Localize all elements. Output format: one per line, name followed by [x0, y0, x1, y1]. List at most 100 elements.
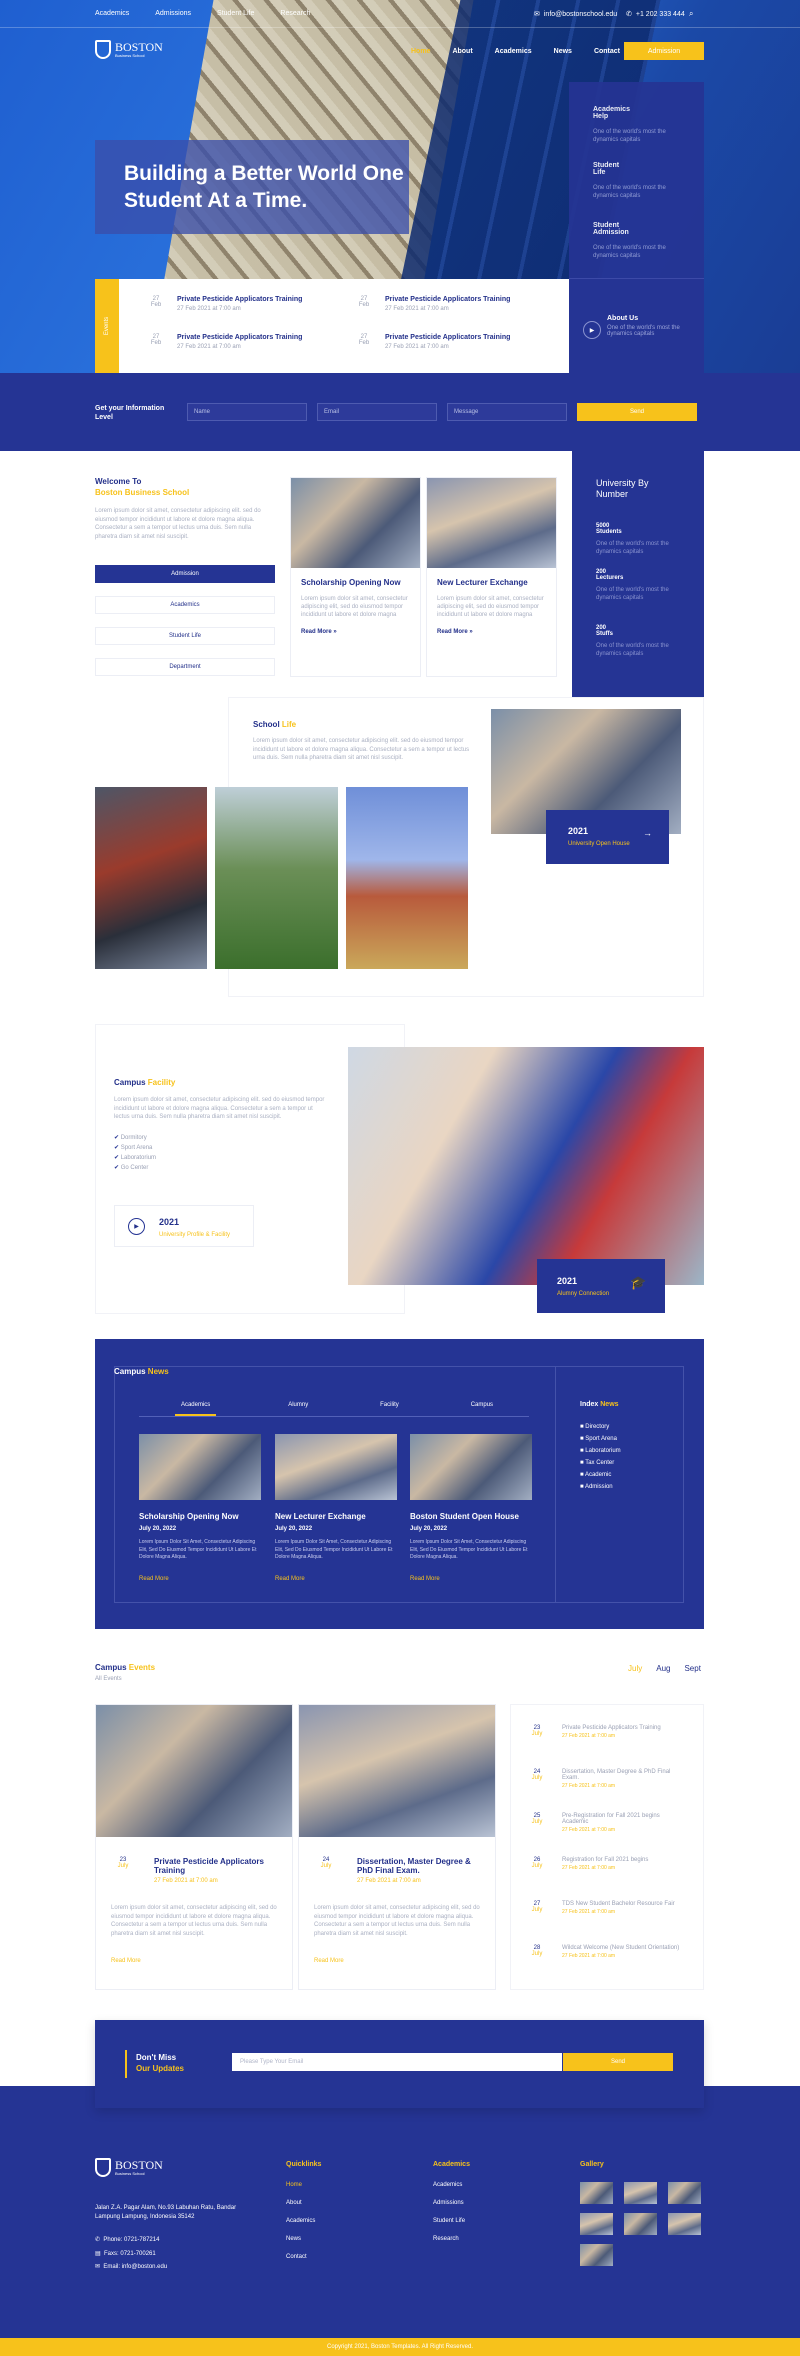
- send-button[interactable]: Send: [577, 403, 697, 421]
- hero-event-item[interactable]: 27 Feb Private Pesticide Applicators Trai…: [145, 334, 345, 350]
- gallery-image[interactable]: [668, 2182, 701, 2204]
- hero-event-item[interactable]: 27 Feb Private Pesticide Applicators Trai…: [353, 296, 553, 312]
- events-list-item[interactable]: 26 July Registration for Fall 2021 begins…: [526, 1857, 696, 1871]
- news-card[interactable]: New Lecturer Exchange Lorem ipsum dolor …: [426, 477, 557, 677]
- play-icon[interactable]: ▶: [128, 1218, 145, 1235]
- month-tab-sept[interactable]: Sept: [684, 1664, 700, 1673]
- footer-link-news[interactable]: News: [286, 2236, 321, 2242]
- footer-link-research[interactable]: Research: [433, 2236, 470, 2242]
- index-news-item[interactable]: ■ Tax Center: [580, 1460, 670, 1466]
- index-news-item[interactable]: ■ Academic: [580, 1472, 670, 1478]
- footer-link-academics[interactable]: Academics: [286, 2218, 321, 2224]
- check-icon: ✔: [114, 1154, 120, 1161]
- footer-link-contact[interactable]: Contact: [286, 2254, 321, 2260]
- admission-button[interactable]: Admission: [624, 42, 704, 60]
- search-icon[interactable]: ⌕: [689, 9, 693, 19]
- events-list-item[interactable]: 23 July Private Pesticide Applicators Tra…: [526, 1725, 696, 1739]
- read-more-link[interactable]: Read More: [314, 1958, 344, 1964]
- tab-facility[interactable]: Facility: [380, 1402, 399, 1416]
- campus-news-card[interactable]: Boston Student Open House July 20, 2022 …: [410, 1434, 532, 1582]
- copyright-text: Copyright 2021, Boston Templates. All Ri…: [327, 2344, 473, 2350]
- event-card[interactable]: 24 July Dissertation, Master Degree & Ph…: [298, 1704, 496, 1990]
- gallery-image[interactable]: [624, 2213, 657, 2235]
- campus-news-date: July 20, 2022: [139, 1526, 177, 1532]
- index-news-item[interactable]: ■ Sport Arena: [580, 1436, 670, 1442]
- arrow-right-icon[interactable]: →: [643, 828, 652, 838]
- gallery-image[interactable]: [580, 2244, 613, 2266]
- name-field[interactable]: Name: [187, 403, 307, 421]
- campus-news-card[interactable]: New Lecturer Exchange July 20, 2022 Lore…: [275, 1434, 397, 1582]
- nav-about[interactable]: About: [452, 48, 472, 55]
- welcome-admission-button[interactable]: Admission: [95, 565, 275, 583]
- nav-academics[interactable]: Academics: [495, 48, 532, 55]
- gallery-image[interactable]: [580, 2182, 613, 2204]
- read-more-link[interactable]: Read More: [111, 1958, 141, 1964]
- index-news-item[interactable]: ■ Laboratorium: [580, 1448, 670, 1454]
- tab-campus[interactable]: Campus: [471, 1402, 493, 1416]
- topbar-link-admissions[interactable]: Admissions: [155, 10, 191, 17]
- tab-alumny[interactable]: Alumny: [288, 1402, 308, 1416]
- nav-news[interactable]: News: [554, 48, 572, 55]
- shield-icon: [95, 2158, 111, 2177]
- campus-news-image: [410, 1434, 532, 1500]
- events-list-item[interactable]: 27 July TDS New Student Bachelor Resource…: [526, 1901, 696, 1915]
- topbar-email[interactable]: info@bostonschool.edu: [544, 11, 617, 18]
- open-house-badge[interactable]: 2021 University Open House →: [546, 810, 669, 864]
- logo[interactable]: BOSTON Business School: [95, 40, 163, 59]
- message-field[interactable]: Message: [447, 403, 567, 421]
- subscribe-email-input[interactable]: Please Type Your Email: [232, 2053, 562, 2071]
- hero-event-item[interactable]: 27 Feb Private Pesticide Applicators Trai…: [145, 296, 345, 312]
- topbar-link-student-life[interactable]: Student Life: [217, 10, 254, 17]
- footer-link-admissions[interactable]: Admissions: [433, 2200, 470, 2206]
- footer-link-about[interactable]: About: [286, 2200, 321, 2206]
- gallery-image[interactable]: [580, 2213, 613, 2235]
- welcome-academics-button[interactable]: Academics: [95, 596, 275, 614]
- index-news-item[interactable]: ■ Directory: [580, 1424, 670, 1430]
- event-card[interactable]: 23 July Private Pesticide Applicators Tr…: [95, 1704, 293, 1990]
- footer-logo[interactable]: BOSTON Business School: [95, 2158, 163, 2177]
- side-item-title[interactable]: Student Life: [593, 162, 633, 176]
- facility-video-box[interactable]: ▶ 2021 University Profile & Facility: [114, 1205, 254, 1247]
- info-bar: Get your Information Level Name Email Me…: [0, 373, 800, 451]
- football-image: [346, 787, 468, 969]
- read-more-link[interactable]: Read More »: [301, 629, 410, 635]
- footer-link-home[interactable]: Home: [286, 2182, 321, 2188]
- play-icon[interactable]: ▶: [583, 321, 601, 339]
- events-tab[interactable]: Events: [95, 279, 119, 373]
- about-us-box[interactable]: ▶ About Us One of the world's most the d…: [569, 278, 704, 373]
- footer-link-student-life[interactable]: Student Life: [433, 2218, 470, 2224]
- read-more-link[interactable]: Read More »: [437, 629, 546, 635]
- month-tab-july[interactable]: July: [628, 1664, 642, 1673]
- events-list-item[interactable]: 25 July Pre-Registration for Fall 2021 be…: [526, 1813, 696, 1833]
- footer-link-academics[interactable]: Academics: [433, 2182, 470, 2188]
- event-text: Lorem ipsum dolor sit amet, consectetur …: [314, 1905, 480, 1937]
- tab-academics[interactable]: Academics: [174, 1402, 217, 1416]
- side-item-title[interactable]: Student Admission: [593, 222, 643, 236]
- gallery-image[interactable]: [624, 2182, 657, 2204]
- news-card[interactable]: Scholarship Opening Now Lorem ipsum dolo…: [290, 477, 421, 677]
- read-more-link[interactable]: Read More: [275, 1576, 397, 1582]
- alumny-badge[interactable]: 2021 Alumny Connection 🎓: [537, 1259, 665, 1313]
- gallery-image[interactable]: [668, 2213, 701, 2235]
- nav-home[interactable]: Home: [411, 48, 430, 55]
- gallery-title: Gallery: [580, 2161, 604, 2168]
- subscribe-send-button[interactable]: Send: [563, 2053, 673, 2071]
- news-card-text: Lorem ipsum dolor sit amet, consectetur …: [301, 596, 408, 618]
- welcome-department-button[interactable]: Department: [95, 658, 275, 676]
- month-tab-aug[interactable]: Aug: [656, 1664, 670, 1673]
- events-list-item[interactable]: 28 July Wildcat Welcome (New Student Orie…: [526, 1945, 696, 1959]
- academics-title: Academics: [433, 2161, 470, 2168]
- index-news-item[interactable]: ■ Admission: [580, 1484, 670, 1490]
- topbar-phone[interactable]: +1 202 333 444: [636, 11, 685, 18]
- read-more-link[interactable]: Read More: [139, 1576, 261, 1582]
- welcome-student-life-button[interactable]: Student Life: [95, 627, 275, 645]
- topbar-link-research[interactable]: Research: [280, 10, 310, 17]
- email-field[interactable]: Email: [317, 403, 437, 421]
- events-list-item[interactable]: 24 July Dissertation, Master Degree & PhD…: [526, 1769, 696, 1789]
- topbar-link-academics[interactable]: Academics: [95, 10, 129, 17]
- hero-event-item[interactable]: 27 Feb Private Pesticide Applicators Trai…: [353, 334, 553, 350]
- campus-news-card[interactable]: Scholarship Opening Now July 20, 2022 Lo…: [139, 1434, 261, 1582]
- side-item-title[interactable]: Academics Help: [593, 106, 643, 120]
- read-more-link[interactable]: Read More: [410, 1576, 532, 1582]
- nav-contact[interactable]: Contact: [594, 48, 620, 55]
